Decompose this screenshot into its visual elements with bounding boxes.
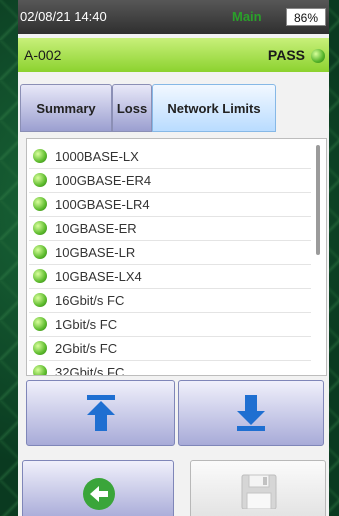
tab-loss[interactable]: Loss xyxy=(112,84,152,132)
limit-name: 100GBASE-ER4 xyxy=(55,173,152,188)
pass-status-icon xyxy=(33,317,47,331)
back-button[interactable] xyxy=(22,460,174,516)
pass-status-icon xyxy=(33,173,47,187)
list-item[interactable]: 32Gbit/s FC xyxy=(29,361,311,376)
floppy-disk-icon xyxy=(241,474,277,509)
list-item[interactable]: 100GBASE-LR4 xyxy=(29,193,311,217)
list-item[interactable]: 10GBASE-LX4 xyxy=(29,265,311,289)
limit-name: 1000BASE-LX xyxy=(55,149,139,164)
pass-status-icon xyxy=(33,221,47,235)
list-item[interactable]: 10GBASE-LR xyxy=(29,241,311,265)
test-name: A-002 xyxy=(24,47,62,63)
list-item[interactable]: 10GBASE-ER xyxy=(29,217,311,241)
pass-status-icon xyxy=(311,49,325,63)
limit-name: 1Gbit/s FC xyxy=(55,317,118,332)
datetime: 02/08/21 14:40 xyxy=(20,9,107,24)
list-item[interactable]: 1Gbit/s FC xyxy=(29,313,311,337)
arrow-to-top-icon xyxy=(87,395,115,431)
limit-name: 100GBASE-LR4 xyxy=(55,197,150,212)
arrow-to-bottom-icon xyxy=(237,395,265,431)
back-arrow-icon xyxy=(83,478,115,510)
scroll-top-button[interactable] xyxy=(26,380,175,446)
title-bar: A-002 PASS xyxy=(18,38,329,72)
list-item[interactable]: 1000BASE-LX xyxy=(29,145,311,169)
list-scrollbar[interactable] xyxy=(316,145,320,255)
limit-name: 10GBASE-LR xyxy=(55,245,136,260)
list-item[interactable]: 100GBASE-ER4 xyxy=(29,169,311,193)
pass-status-icon xyxy=(33,341,47,355)
device-screen: 02/08/21 14:40 Main 86% A-002 PASS Summa… xyxy=(18,0,329,516)
status-bar: 02/08/21 14:40 Main 86% xyxy=(18,0,329,34)
power-source: Main xyxy=(232,9,262,24)
save-button[interactable] xyxy=(190,460,326,516)
tab-network-limits[interactable]: Network Limits xyxy=(152,84,276,132)
tab-bar: Summary Loss Network Limits xyxy=(18,84,329,132)
pass-status-icon xyxy=(33,293,47,307)
battery-level: 86% xyxy=(286,8,326,26)
pass-status-icon xyxy=(33,197,47,211)
limit-name: 2Gbit/s FC xyxy=(55,341,118,356)
list-item[interactable]: 16Gbit/s FC xyxy=(29,289,311,313)
limit-name: 10GBASE-ER xyxy=(55,221,137,236)
scroll-bottom-button[interactable] xyxy=(178,380,324,446)
tab-summary[interactable]: Summary xyxy=(20,84,112,132)
limit-name: 32Gbit/s FC xyxy=(55,365,125,376)
list-item[interactable]: 2Gbit/s FC xyxy=(29,337,311,361)
limit-name: 16Gbit/s FC xyxy=(55,293,125,308)
pass-status-icon xyxy=(33,149,47,163)
limit-name: 10GBASE-LX4 xyxy=(55,269,142,284)
pass-status-icon xyxy=(33,269,47,283)
pass-status-icon xyxy=(33,365,47,375)
pass-status-icon xyxy=(33,245,47,259)
network-limits-list[interactable]: 1000BASE-LX 100GBASE-ER4 100GBASE-LR4 10… xyxy=(26,138,327,376)
test-result: PASS xyxy=(267,47,305,63)
